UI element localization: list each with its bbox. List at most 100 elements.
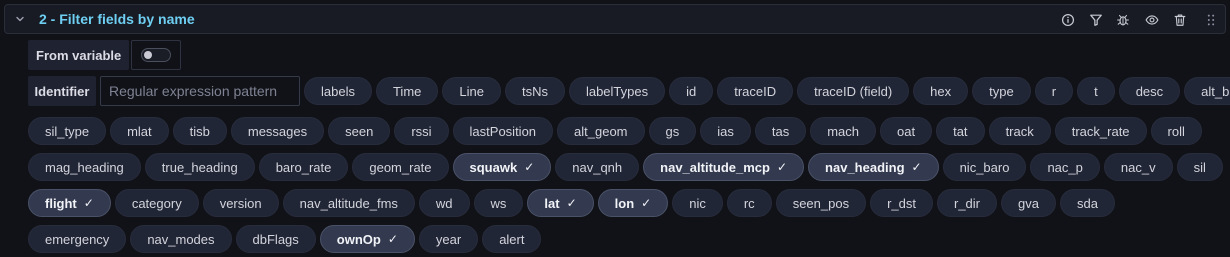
field-chip[interactable]: emergency (28, 225, 127, 253)
field-chip[interactable]: nav_altitude_mcp ✓ (643, 153, 805, 181)
field-chip[interactable]: roll (1150, 117, 1202, 145)
field-chip-label: nic_baro (959, 159, 1010, 175)
field-chip[interactable]: dbFlags (235, 225, 316, 253)
transformation-title[interactable]: 2 - Filter fields by name (39, 11, 195, 27)
filter-icon[interactable] (1088, 12, 1104, 28)
drag-handle-icon[interactable] (1203, 12, 1219, 28)
field-chip[interactable]: nac_p (1030, 153, 1100, 181)
field-chip[interactable]: seen (328, 117, 391, 145)
field-chip-label: oat (897, 123, 916, 139)
field-chip[interactable]: alert (482, 225, 542, 253)
field-chip-label: emergency (45, 231, 110, 247)
field-chip-label: squawk (469, 159, 518, 175)
field-chip[interactable]: nav_qnh (555, 153, 640, 181)
eye-icon[interactable] (1144, 12, 1160, 28)
field-chip[interactable]: nav_heading ✓ (808, 153, 939, 181)
field-chip[interactable]: tsNs (504, 77, 565, 105)
field-chip[interactable]: labelTypes (568, 77, 666, 105)
field-chip[interactable]: id (669, 77, 714, 105)
field-chip[interactable]: type (972, 77, 1031, 105)
field-chips-row-2: sil_type mlat tisb messages seen rssi lastPosi… (28, 117, 1202, 145)
field-chip[interactable]: ias (700, 117, 751, 145)
field-chip[interactable]: baro_rate (258, 153, 349, 181)
field-chip-label: tisb (189, 123, 210, 139)
field-chip[interactable]: ws (473, 189, 524, 217)
field-chip-label: mlat (127, 123, 152, 139)
field-chip[interactable]: mlat (110, 117, 169, 145)
field-chip[interactable]: mach (810, 117, 877, 145)
field-chip[interactable]: track (988, 117, 1051, 145)
transformation-header[interactable]: 2 - Filter fields by name (4, 4, 1226, 34)
field-chip[interactable]: r_dst (870, 189, 933, 217)
field-chip-label: ias (717, 123, 734, 139)
field-chip[interactable]: mag_heading (28, 153, 141, 181)
field-chip-label: nic (689, 195, 706, 211)
field-chip[interactable]: squawk ✓ (452, 153, 552, 181)
field-chip-label: nav_altitude_fms (299, 195, 398, 211)
field-chip[interactable]: ownOp ✓ (319, 225, 415, 253)
field-chip[interactable]: hex (913, 77, 969, 105)
field-chip[interactable]: rssi (394, 117, 449, 145)
info-icon[interactable] (1060, 12, 1076, 28)
field-chip[interactable]: lastPosition (452, 117, 554, 145)
field-chip-label: t (1094, 83, 1098, 99)
field-chip[interactable]: seen_pos (775, 189, 867, 217)
toggle-switch[interactable] (141, 48, 172, 62)
field-chip[interactable]: tas (754, 117, 807, 145)
field-chip[interactable]: traceID (field) (797, 77, 910, 105)
field-chip[interactable]: sil_type (28, 117, 107, 145)
field-chip[interactable]: wd (418, 189, 470, 217)
field-chip-label: alt_geom (574, 123, 628, 139)
field-chip[interactable]: gs (648, 117, 697, 145)
field-chip-label: wd (435, 195, 453, 211)
from-variable-toggle[interactable] (131, 40, 182, 70)
field-chip[interactable]: t (1077, 77, 1115, 105)
field-chip[interactable]: alt_baro (1184, 77, 1230, 105)
field-chip[interactable]: flight ✓ (28, 189, 111, 217)
field-chip[interactable]: nic_baro (942, 153, 1027, 181)
field-chip-label: year (435, 231, 462, 247)
field-chip[interactable]: category (114, 189, 199, 217)
debug-icon[interactable] (1115, 12, 1131, 28)
field-chip[interactable]: nic (672, 189, 723, 217)
field-chip[interactable]: r_dir (936, 189, 997, 217)
field-chip[interactable]: Time (375, 77, 439, 105)
field-chip[interactable]: lon ✓ (597, 189, 669, 217)
regex-pattern-input[interactable] (100, 76, 300, 106)
chevron-down-icon[interactable] (13, 12, 27, 26)
field-chip[interactable]: version (202, 189, 279, 217)
field-chip-label: ownOp (336, 231, 381, 247)
check-icon: ✓ (641, 196, 652, 210)
field-chip[interactable]: track_rate (1054, 117, 1147, 145)
field-chips-row-5: emergency nav_modes dbFlags ownOp ✓ year alert (28, 225, 542, 253)
field-chip[interactable]: true_heading (144, 153, 255, 181)
field-chip[interactable]: nac_v (1103, 153, 1173, 181)
field-chip-label: desc (1135, 83, 1164, 99)
field-chip[interactable]: labels (304, 77, 372, 105)
field-chip[interactable]: tat (936, 117, 985, 145)
field-chip[interactable]: desc (1118, 77, 1181, 105)
field-chip-label: sil_type (45, 123, 90, 139)
field-chip[interactable]: sda (1059, 189, 1115, 217)
field-chip[interactable]: rc (726, 189, 772, 217)
field-chip[interactable]: geom_rate (352, 153, 449, 181)
field-chip[interactable]: sil (1176, 153, 1223, 181)
field-chip[interactable]: traceID (717, 77, 794, 105)
field-chip[interactable]: nav_altitude_fms (282, 189, 415, 217)
field-chip-label: Time (392, 83, 422, 99)
field-chip[interactable]: year (418, 225, 479, 253)
field-chip[interactable]: nav_modes (130, 225, 232, 253)
field-chip[interactable]: lat ✓ (527, 189, 594, 217)
field-chip-label: version (219, 195, 262, 211)
field-chips-row-1: labels Time Line tsNs labelTypes id traceID tra… (304, 77, 1230, 105)
field-chip[interactable]: oat (880, 117, 933, 145)
field-chip[interactable]: messages (230, 117, 325, 145)
field-chip-label: alt_baro (1201, 83, 1230, 99)
trash-icon[interactable] (1172, 12, 1188, 28)
field-chip[interactable]: Line (442, 77, 501, 105)
field-chip[interactable]: gva (1001, 189, 1056, 217)
field-chip[interactable]: tisb (172, 117, 227, 145)
field-chip-label: nav_heading (825, 159, 905, 175)
field-chip[interactable]: alt_geom (557, 117, 645, 145)
field-chip[interactable]: r (1034, 77, 1074, 105)
